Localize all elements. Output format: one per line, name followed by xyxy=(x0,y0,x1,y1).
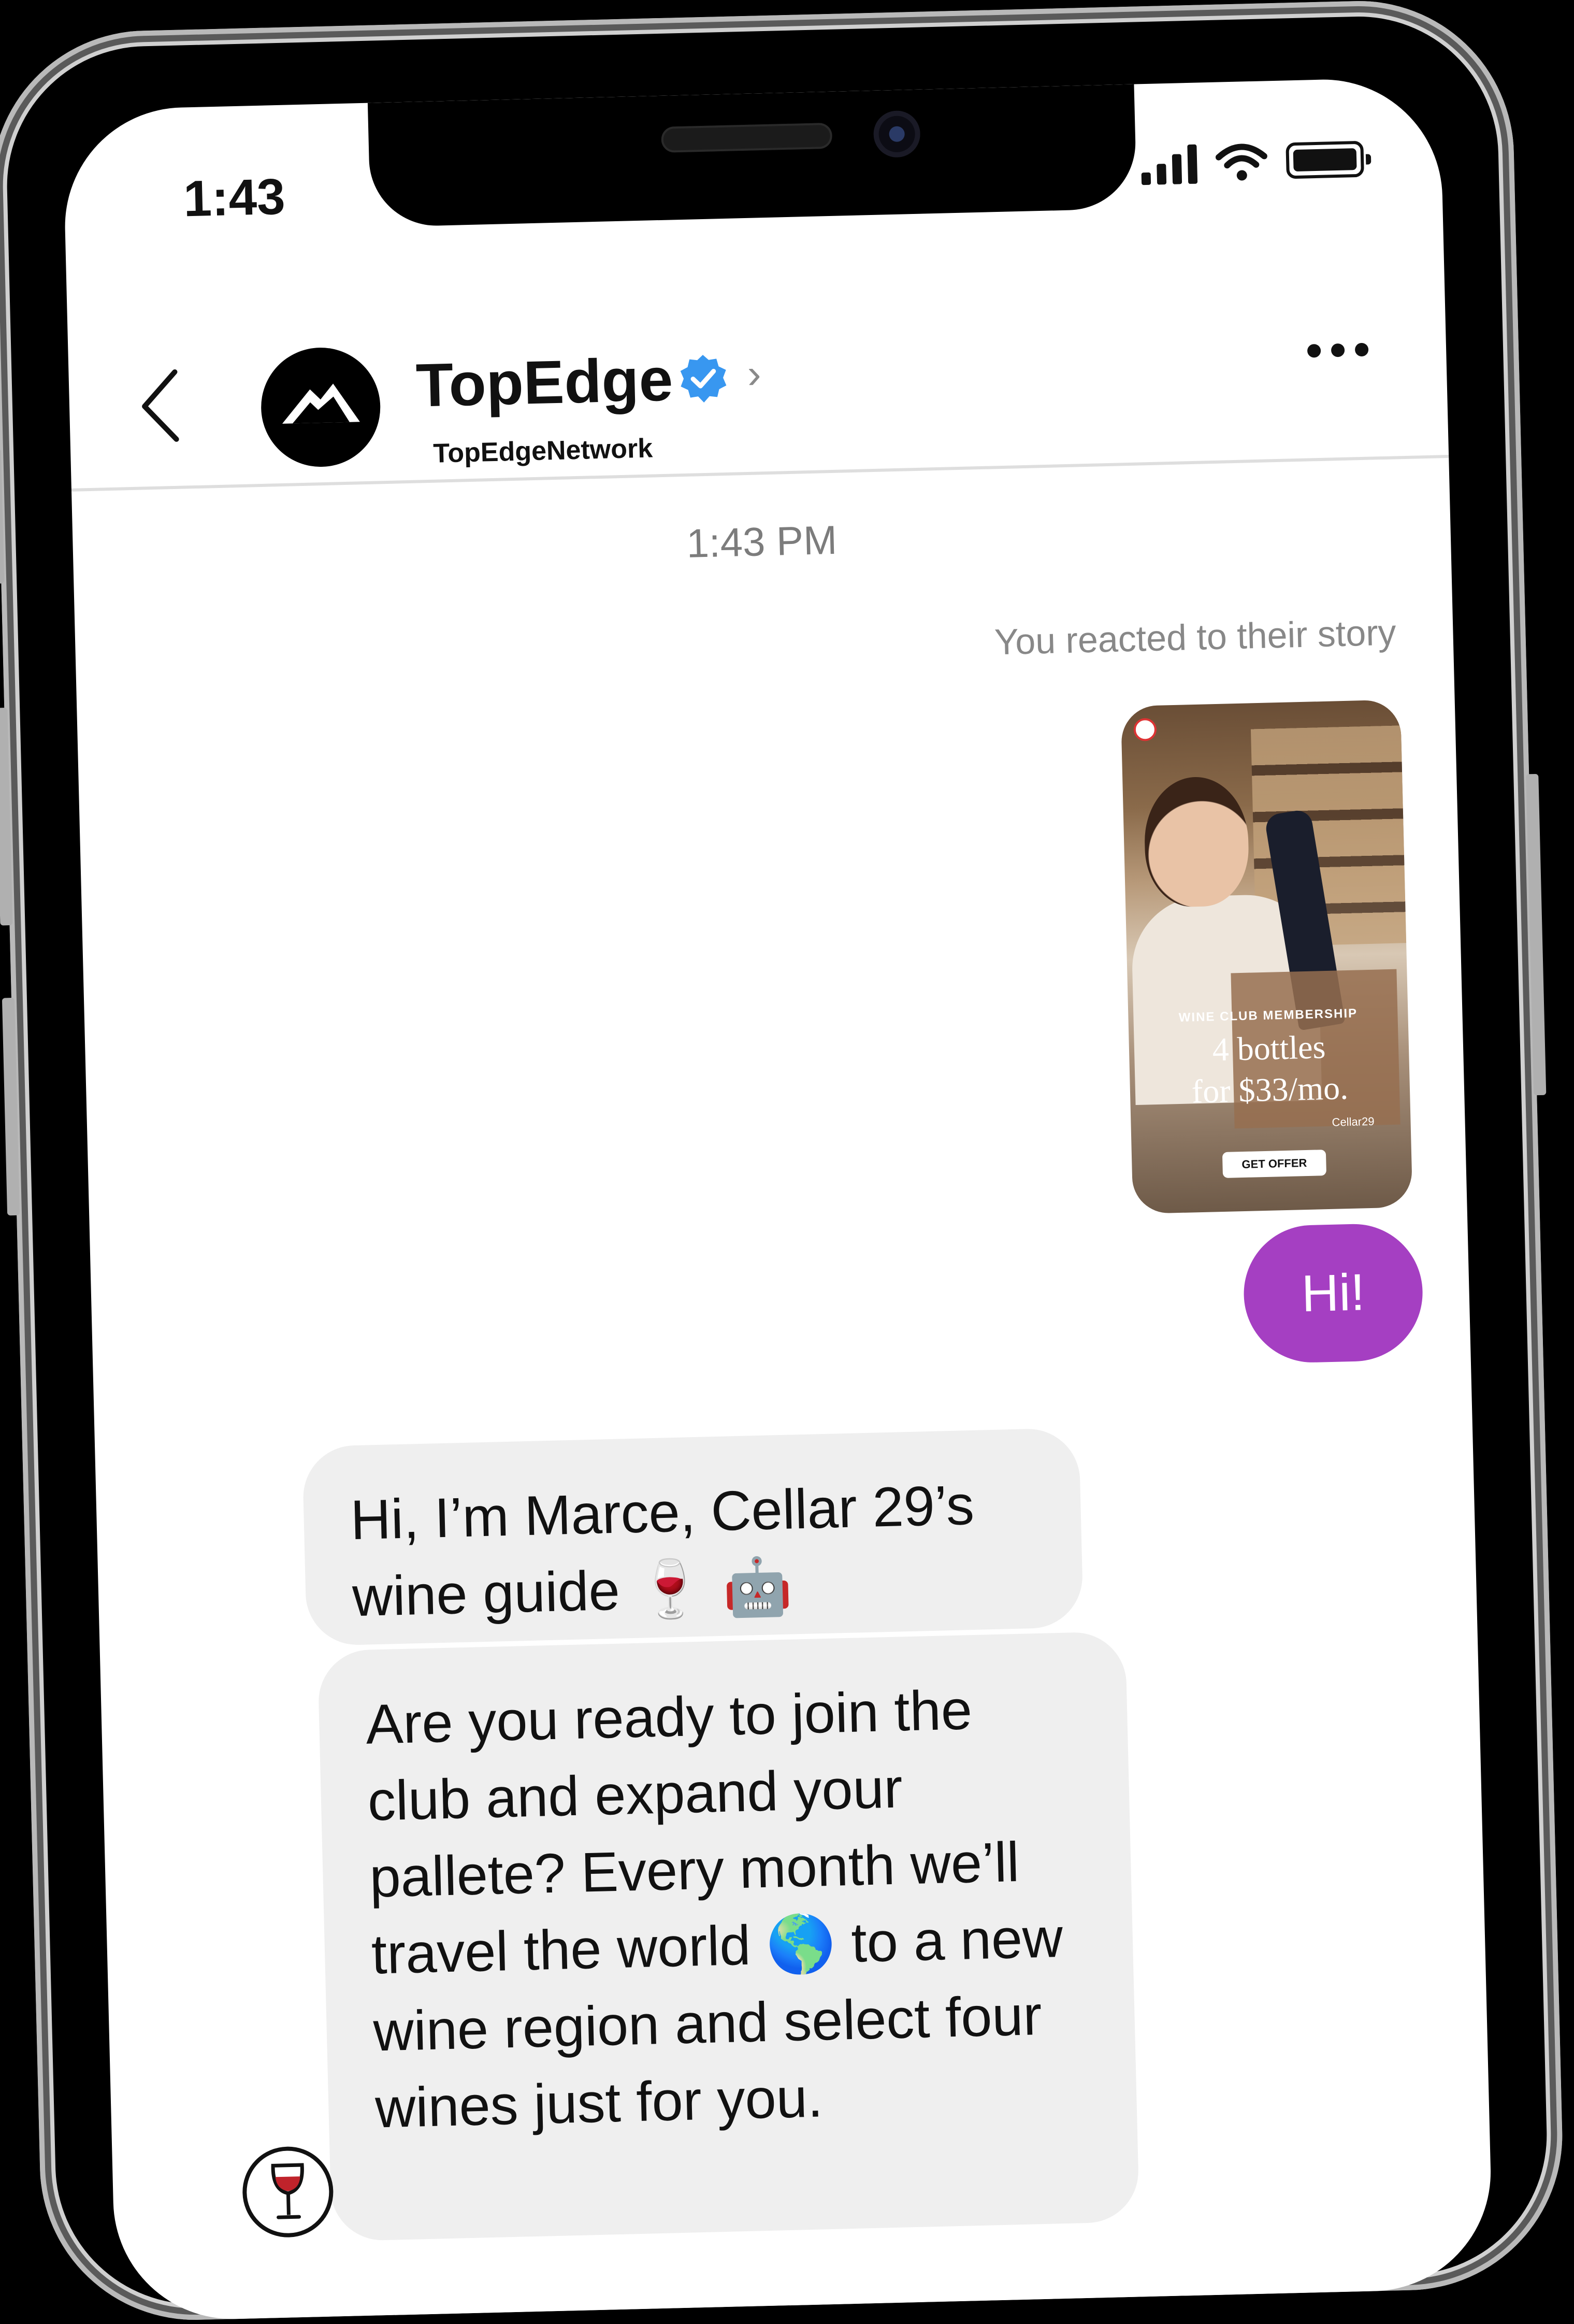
phone-frame: 1:43 TopEdge › TopEdgeNetwork 1:43 PM Yo… xyxy=(0,0,1566,2324)
chat-header: TopEdge › TopEdgeNetwork xyxy=(66,248,1449,492)
volume-up-button xyxy=(0,708,13,926)
verified-badge-icon xyxy=(680,355,727,403)
wine-robot-emoji: 🍷 🤖 xyxy=(634,1554,793,1623)
story-offer-line2: for $33/mo. xyxy=(1191,1069,1349,1110)
person-head-image xyxy=(1143,776,1250,908)
chevron-left-icon[interactable] xyxy=(136,367,184,446)
battery-icon xyxy=(1286,140,1364,179)
story-preview[interactable]: WINE CLUB MEMBERSHIP 4 bottles for $33/m… xyxy=(1120,699,1413,1214)
more-horizontal-icon[interactable] xyxy=(1307,342,1369,358)
wine-glass-icon xyxy=(271,2162,304,2219)
status-time: 1:43 xyxy=(182,167,286,227)
contact-handle: TopEdgeNetwork xyxy=(432,433,653,469)
status-icons xyxy=(1140,138,1364,185)
mountain-logo-icon xyxy=(282,383,360,424)
power-button xyxy=(1526,773,1547,1096)
screen: 1:43 TopEdge › TopEdgeNetwork 1:43 PM Yo… xyxy=(62,77,1494,2322)
story-reaction-note: You reacted to their story xyxy=(994,612,1397,663)
incoming-message[interactable]: Are you ready to join the club and expan… xyxy=(317,1631,1140,2242)
chevron-right-icon[interactable]: › xyxy=(747,350,762,398)
sender-avatar[interactable] xyxy=(241,2145,335,2239)
story-offer-line1: 4 bottles xyxy=(1211,1028,1326,1068)
incoming-message[interactable]: Hi, I’m Marce, Cellar 29’s wine guide 🍷 … xyxy=(302,1427,1084,1646)
contact-name[interactable]: TopEdge xyxy=(415,344,674,421)
wifi-icon xyxy=(1215,144,1267,181)
outgoing-message[interactable]: Hi! xyxy=(1242,1222,1424,1365)
front-camera xyxy=(873,110,921,158)
volume-down-button xyxy=(2,997,20,1216)
side-button xyxy=(0,449,5,584)
notch xyxy=(367,84,1137,227)
get-offer-button[interactable]: GET OFFER xyxy=(1222,1150,1327,1178)
earpiece-speaker xyxy=(661,122,833,153)
story-profile-avatar xyxy=(1133,718,1157,741)
story-brand: Cellar29 xyxy=(1332,1114,1375,1129)
globe-emoji: 🌎 xyxy=(765,1911,837,1977)
avatar[interactable] xyxy=(259,346,382,468)
cellular-signal-icon xyxy=(1140,142,1198,185)
message-timestamp: 1:43 PM xyxy=(686,517,838,566)
